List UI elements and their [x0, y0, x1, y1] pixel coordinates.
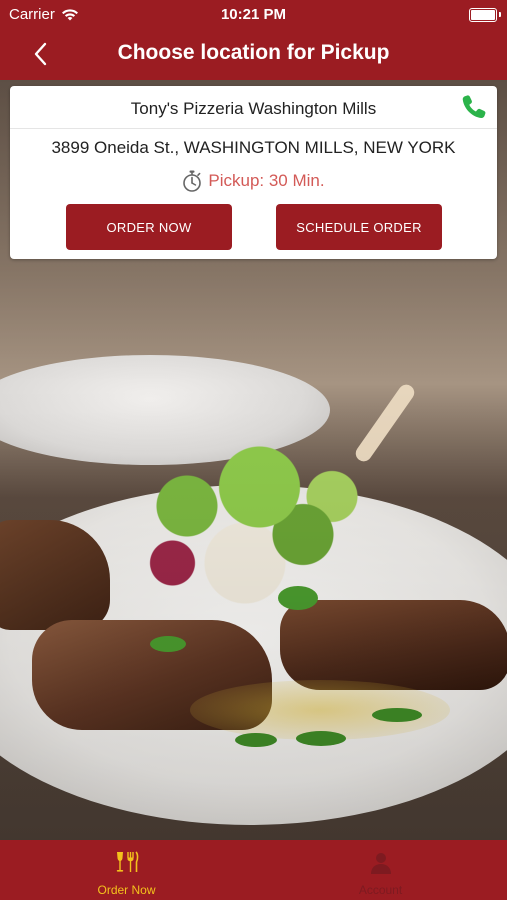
account-icon: [370, 853, 391, 874]
order-now-button[interactable]: ORDER NOW: [66, 204, 232, 250]
pickup-time: Pickup: 30 Min.: [208, 171, 325, 190]
battery-tip: [499, 12, 501, 17]
phone-icon[interactable]: [459, 92, 489, 122]
tab-order-now-label: Order Now: [97, 883, 156, 897]
status-time: 10:21 PM: [220, 6, 287, 23]
tab-order-now[interactable]: Order Now: [0, 840, 253, 900]
dining-icon: [116, 851, 138, 872]
store-address: 3899 Oneida St., WASHINGTON MILLS, NEW Y…: [51, 138, 456, 157]
card-divider: [10, 128, 497, 129]
battery-icon: [469, 8, 497, 22]
location-card: Tony's Pizzeria Washington Mills 3899 On…: [10, 86, 497, 259]
pickup-info: Pickup: 30 Min.: [10, 170, 497, 192]
tab-bar: Order Now Account: [0, 840, 507, 900]
tab-account[interactable]: Account: [254, 840, 507, 900]
stopwatch-icon: [183, 170, 202, 192]
page-title: Choose location for Pickup: [117, 41, 390, 64]
schedule-order-button[interactable]: SCHEDULE ORDER: [276, 204, 442, 250]
nav-bar: Choose location for Pickup: [0, 28, 507, 80]
store-name: Tony's Pizzeria Washington Mills: [130, 99, 377, 118]
tab-account-label: Account: [358, 883, 403, 897]
status-bar: Carrier 10:21 PM: [0, 0, 507, 28]
